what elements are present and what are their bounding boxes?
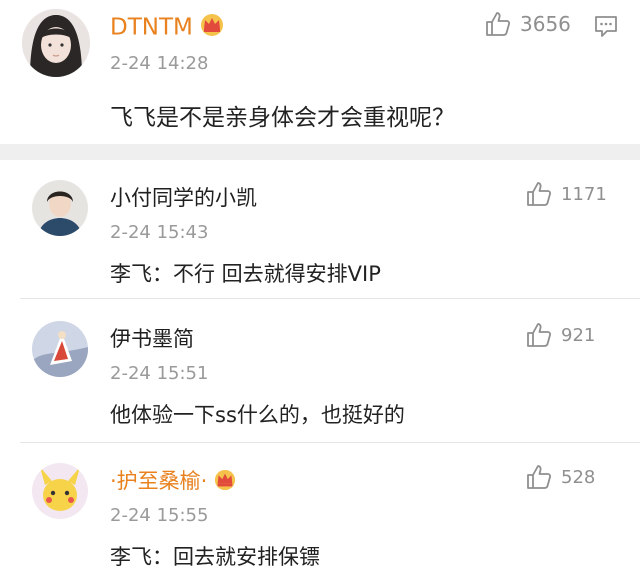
comment-username[interactable]: DTNTM xyxy=(110,13,225,43)
like-count: 528 xyxy=(561,466,596,488)
reply-text: 李飞：回去就安排保镖 xyxy=(110,545,320,569)
username-text[interactable]: DTNTM xyxy=(110,15,193,41)
reply-item: 小付同学的小凯 2-24 15:43 李飞：不行 回去就得安排VIP 1171 xyxy=(0,160,640,298)
reply-timestamp: 2-24 15:55 xyxy=(110,505,209,526)
reply-text: 李飞：不行 回去就得安排VIP xyxy=(110,262,381,286)
section-divider xyxy=(0,144,640,160)
username-text[interactable]: ·护至桑榆· xyxy=(110,469,207,493)
avatar[interactable] xyxy=(32,321,88,377)
avatar[interactable] xyxy=(32,180,88,236)
reply-item: 伊书墨简 2-24 15:51 他体验一下ss什么的，也挺好的 921 xyxy=(0,301,640,439)
avatar[interactable] xyxy=(32,463,88,519)
reply-username[interactable]: 小付同学的小凯 xyxy=(110,182,257,212)
comment-reply-icon[interactable] xyxy=(593,13,619,43)
thumbs-up-icon xyxy=(527,323,552,347)
vip-crown-icon xyxy=(199,13,225,43)
comment-timestamp: 2-24 14:28 xyxy=(110,53,209,74)
like-button[interactable]: 528 xyxy=(525,463,595,491)
reply-timestamp: 2-24 15:43 xyxy=(110,222,209,243)
reply-text: 他体验一下ss什么的，也挺好的 xyxy=(110,403,405,427)
comment-text: 飞飞是不是亲身体会才会重视呢？ xyxy=(110,105,455,131)
vip-crown-icon xyxy=(213,469,237,496)
avatar[interactable] xyxy=(22,9,90,77)
reply-username[interactable]: 伊书墨简 xyxy=(110,323,194,353)
thumbs-up-icon xyxy=(527,465,552,489)
like-count: 921 xyxy=(561,324,596,346)
main-comment: DTNTM 2-24 14:28 飞飞是不是亲身体会才会重视呢？ 3656 xyxy=(0,0,640,144)
thumbs-up-icon xyxy=(486,12,511,36)
like-button[interactable]: 921 xyxy=(525,321,595,349)
like-button[interactable]: 1171 xyxy=(525,180,607,208)
like-count: 1171 xyxy=(561,183,607,205)
reply-username[interactable]: ·护至桑榆· xyxy=(110,465,237,496)
reply-item: ·护至桑榆· 2-24 15:55 李飞：回去就安排保镖 528 xyxy=(0,443,640,577)
reply-timestamp: 2-24 15:51 xyxy=(110,363,209,384)
like-button[interactable]: 3656 xyxy=(484,10,571,38)
like-count: 3656 xyxy=(520,12,571,36)
reply-separator xyxy=(20,298,640,299)
thumbs-up-icon xyxy=(527,182,552,206)
